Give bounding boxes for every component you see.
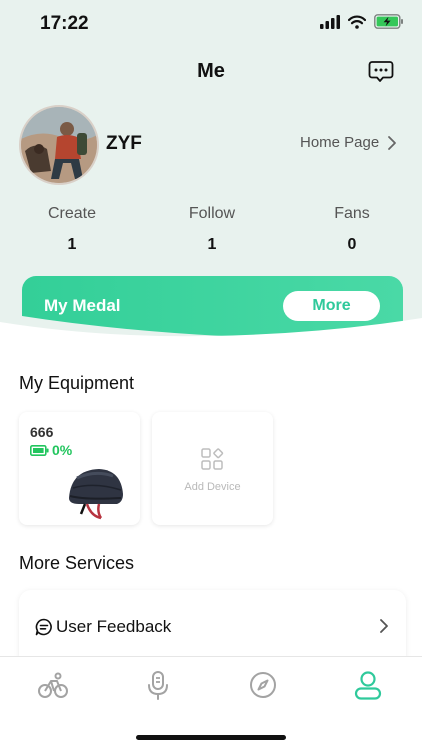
stat-label: Follow: [188, 205, 236, 222]
add-device-card[interactable]: Add Device: [152, 412, 273, 525]
cycling-icon: [38, 672, 68, 698]
status-icons: [320, 14, 404, 29]
wifi-icon: [348, 15, 366, 29]
add-device-label: Add Device: [184, 481, 241, 493]
user-feedback-label: User Feedback: [56, 617, 172, 636]
home-page-link[interactable]: Home Page: [300, 134, 397, 151]
medal-title: My Medal: [44, 296, 121, 315]
device-card[interactable]: 666 0%: [19, 412, 140, 525]
battery-percentage: 0%: [52, 442, 73, 458]
avatar[interactable]: [19, 105, 99, 185]
tab-voice[interactable]: [142, 669, 174, 701]
equipment-title: My Equipment: [19, 373, 135, 393]
compass-icon: [250, 672, 276, 698]
tab-ride[interactable]: [37, 669, 69, 701]
home-page-label: Home Page: [300, 134, 380, 151]
feedback-icon: [35, 618, 52, 636]
chevron-right-icon: [380, 619, 388, 633]
chat-icon: [368, 61, 394, 82]
tab-me[interactable]: [352, 669, 384, 701]
message-button[interactable]: [368, 60, 394, 84]
stat-label: Fans: [334, 205, 370, 222]
microphone-icon: [148, 671, 168, 700]
stat-value: 0: [347, 236, 357, 253]
stat-follow[interactable]: Follow 1: [162, 205, 262, 254]
page-title: Me: [197, 60, 225, 82]
status-bar: 17:22: [0, 0, 422, 48]
battery-charging-icon: [374, 14, 403, 29]
stat-label: Create: [47, 205, 97, 222]
medal-more-button[interactable]: More: [283, 291, 380, 321]
stat-create[interactable]: Create 1: [22, 205, 122, 254]
helmet-icon: [69, 469, 123, 520]
chevron-right-icon: [388, 135, 397, 150]
home-indicator: [136, 735, 286, 740]
status-time: 17:22: [40, 13, 89, 34]
add-device-icon: [201, 448, 224, 470]
stat-fans[interactable]: Fans 0: [302, 205, 402, 254]
stat-value: 1: [207, 236, 217, 253]
user-feedback-row[interactable]: User Feedback: [19, 590, 406, 662]
signal-icon: [320, 14, 340, 29]
services-title: More Services: [19, 553, 135, 573]
stat-value: 1: [67, 236, 77, 253]
device-battery: 0%: [30, 442, 72, 458]
device-name: 666: [30, 424, 54, 440]
profile-icon: [354, 671, 382, 700]
username: ZYF: [106, 133, 142, 154]
tab-discover[interactable]: [247, 669, 279, 701]
battery-icon: [30, 444, 49, 456]
